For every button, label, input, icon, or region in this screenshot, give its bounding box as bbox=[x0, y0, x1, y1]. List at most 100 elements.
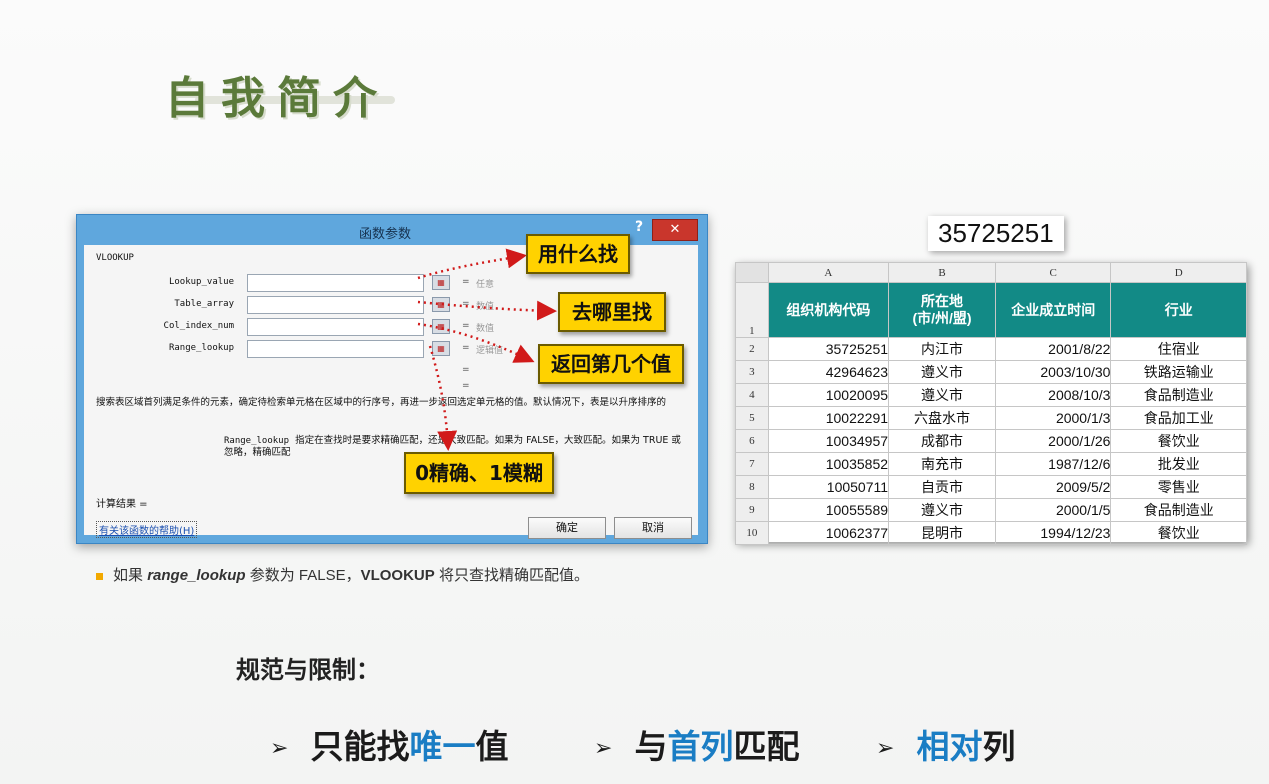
cell-code[interactable]: 42964623 bbox=[767, 360, 890, 384]
dialog-body: VLOOKUP Lookup_value ▦ = 任意 Table_array … bbox=[84, 245, 698, 539]
cell-city[interactable]: 成都市 bbox=[888, 429, 996, 453]
header-cell-date[interactable]: 企业成立时间 bbox=[994, 282, 1112, 338]
collapse-dialog-icon[interactable]: ▦ bbox=[432, 297, 450, 312]
header-cell-code[interactable]: 组织机构代码 bbox=[767, 282, 890, 338]
cell-date[interactable]: 2000/1/5 bbox=[994, 498, 1112, 522]
header-cell-industry[interactable]: 行业 bbox=[1110, 282, 1247, 338]
cell-industry[interactable]: 食品制造业 bbox=[1110, 498, 1247, 522]
table-array-input[interactable] bbox=[247, 296, 424, 314]
row-number[interactable]: 8 bbox=[735, 475, 769, 499]
row-number[interactable]: 1 bbox=[735, 282, 769, 338]
arg-equals: = bbox=[462, 299, 470, 309]
note-suffix: 将只查找精确匹配值。 bbox=[438, 567, 589, 584]
lookup-value-label: 35725251 bbox=[928, 216, 1064, 251]
column-header-d[interactable]: D bbox=[1110, 262, 1247, 283]
calc-result: 计算结果 = bbox=[96, 499, 148, 510]
cell-industry[interactable]: 零售业 bbox=[1110, 475, 1247, 499]
col-index-input[interactable] bbox=[247, 318, 424, 336]
spreadsheet-grid: A B C D 1 组织机构代码 所在地 (市/州/盟) 企业成立时间 行业 2… bbox=[735, 262, 1247, 545]
table-row: 8 10050711 自贡市 2009/5/2 零售业 bbox=[735, 475, 1247, 499]
rule-unique-value: ➢ 只能找唯一值 bbox=[270, 720, 508, 768]
column-header-a[interactable]: A bbox=[767, 262, 890, 283]
table-row: 3 42964623 遵义市 2003/10/30 铁路运输业 bbox=[735, 360, 1247, 384]
arg-label-col-index: Col_index_num bbox=[163, 321, 234, 331]
arrow-bullet-icon: ➢ bbox=[270, 736, 289, 761]
cell-city[interactable]: 昆明市 bbox=[888, 521, 996, 545]
cell-industry[interactable]: 住宿业 bbox=[1110, 337, 1247, 361]
cell-code[interactable]: 10034957 bbox=[767, 429, 890, 453]
cell-code[interactable]: 10035852 bbox=[767, 452, 890, 476]
spreadsheet-rows: 2 35725251 内江市 2001/8/22 住宿业 3 42964623 遵义市 2003… bbox=[735, 337, 1247, 545]
cell-code[interactable]: 10055589 bbox=[767, 498, 890, 522]
help-icon[interactable]: ? bbox=[635, 219, 643, 235]
cell-date[interactable]: 2000/1/3 bbox=[994, 406, 1112, 430]
row-number[interactable]: 5 bbox=[735, 406, 769, 430]
cell-date[interactable]: 2003/10/30 bbox=[994, 360, 1112, 384]
select-all-corner[interactable] bbox=[735, 262, 769, 283]
row-number[interactable]: 2 bbox=[735, 337, 769, 361]
ok-button[interactable]: 确定 bbox=[528, 517, 606, 539]
cell-date[interactable]: 1994/12/23 bbox=[994, 521, 1112, 545]
argument-description-label: Range_lookup bbox=[224, 436, 290, 446]
cell-code[interactable]: 35725251 bbox=[767, 337, 890, 361]
arg-hint-lookup-value: 任意 bbox=[476, 280, 495, 290]
slide-title: 自我简介 bbox=[165, 73, 389, 124]
table-row: 4 10020095 遵义市 2008/10/3 食品制造业 bbox=[735, 383, 1247, 407]
note-param: range_lookup bbox=[147, 567, 246, 584]
lookup-value-input[interactable] bbox=[247, 274, 424, 292]
column-header-b[interactable]: B bbox=[888, 262, 996, 283]
arg-label-range-lookup: Range_lookup bbox=[168, 343, 234, 353]
cell-industry[interactable]: 批发业 bbox=[1110, 452, 1247, 476]
table-row: 7 10035852 南充市 1987/12/6 批发业 bbox=[735, 452, 1247, 476]
cell-industry[interactable]: 餐饮业 bbox=[1110, 429, 1247, 453]
cell-city[interactable]: 遵义市 bbox=[888, 360, 996, 384]
cell-code[interactable]: 10020095 bbox=[767, 383, 890, 407]
result-equals: = bbox=[462, 381, 470, 391]
function-description: 搜索表区域首列满足条件的元素，确定待检索单元格在区域中的行序号，再进一步返回选定… bbox=[96, 397, 667, 408]
row-number[interactable]: 9 bbox=[735, 498, 769, 522]
arg-equals: = bbox=[462, 321, 470, 331]
cell-industry[interactable]: 食品制造业 bbox=[1110, 383, 1247, 407]
collapse-dialog-icon[interactable]: ▦ bbox=[432, 319, 450, 334]
column-header-c[interactable]: C bbox=[994, 262, 1112, 283]
table-row: 10 10062377 昆明市 1994/12/23 餐饮业 bbox=[735, 521, 1247, 545]
cell-industry[interactable]: 铁路运输业 bbox=[1110, 360, 1247, 384]
cell-code[interactable]: 10050711 bbox=[767, 475, 890, 499]
cell-date[interactable]: 2001/8/22 bbox=[994, 337, 1112, 361]
row-number[interactable]: 4 bbox=[735, 383, 769, 407]
cell-city[interactable]: 内江市 bbox=[888, 337, 996, 361]
cell-industry[interactable]: 餐饮业 bbox=[1110, 521, 1247, 545]
row-number[interactable]: 3 bbox=[735, 360, 769, 384]
rule-text: 列 bbox=[982, 727, 1016, 766]
collapse-dialog-icon[interactable]: ▦ bbox=[432, 341, 450, 356]
cell-industry[interactable]: 食品加工业 bbox=[1110, 406, 1247, 430]
header-cell-location[interactable]: 所在地 (市/州/盟) bbox=[888, 282, 996, 338]
row-number[interactable]: 6 bbox=[735, 429, 769, 453]
table-row: 9 10055589 遵义市 2000/1/5 食品制造业 bbox=[735, 498, 1247, 522]
help-link[interactable]: 有关该函数的帮助(H) bbox=[96, 521, 198, 538]
row-number[interactable]: 10 bbox=[735, 521, 769, 545]
table-row: 6 10034957 成都市 2000/1/26 餐饮业 bbox=[735, 429, 1247, 453]
close-button[interactable]: ✕ bbox=[652, 219, 698, 241]
row-number[interactable]: 7 bbox=[735, 452, 769, 476]
cell-date[interactable]: 2000/1/26 bbox=[994, 429, 1112, 453]
note-line: 如果 range_lookup 参数为 FALSE，VLOOKUP 将只查找精确… bbox=[96, 564, 589, 585]
cancel-button[interactable]: 取消 bbox=[614, 517, 692, 539]
cell-date[interactable]: 2008/10/3 bbox=[994, 383, 1112, 407]
cell-date[interactable]: 2009/5/2 bbox=[994, 475, 1112, 499]
cell-city[interactable]: 遵义市 bbox=[888, 383, 996, 407]
cell-date[interactable]: 1987/12/6 bbox=[994, 452, 1112, 476]
rule-first-column: ➢ 与首列匹配 bbox=[594, 720, 799, 768]
callout-where: 去哪里找 bbox=[558, 292, 666, 332]
cell-city[interactable]: 遵义市 bbox=[888, 498, 996, 522]
note-prefix: 如果 bbox=[113, 567, 144, 584]
cell-city[interactable]: 自贡市 bbox=[888, 475, 996, 499]
cell-city[interactable]: 南充市 bbox=[888, 452, 996, 476]
cell-code[interactable]: 10062377 bbox=[767, 521, 890, 545]
range-lookup-input[interactable] bbox=[247, 340, 424, 358]
collapse-dialog-icon[interactable]: ▦ bbox=[432, 275, 450, 290]
cell-city[interactable]: 六盘水市 bbox=[888, 406, 996, 430]
cell-code[interactable]: 10022291 bbox=[767, 406, 890, 430]
arg-hint-table-array: 数值 bbox=[476, 302, 495, 312]
rule-text: 值 bbox=[475, 727, 509, 766]
